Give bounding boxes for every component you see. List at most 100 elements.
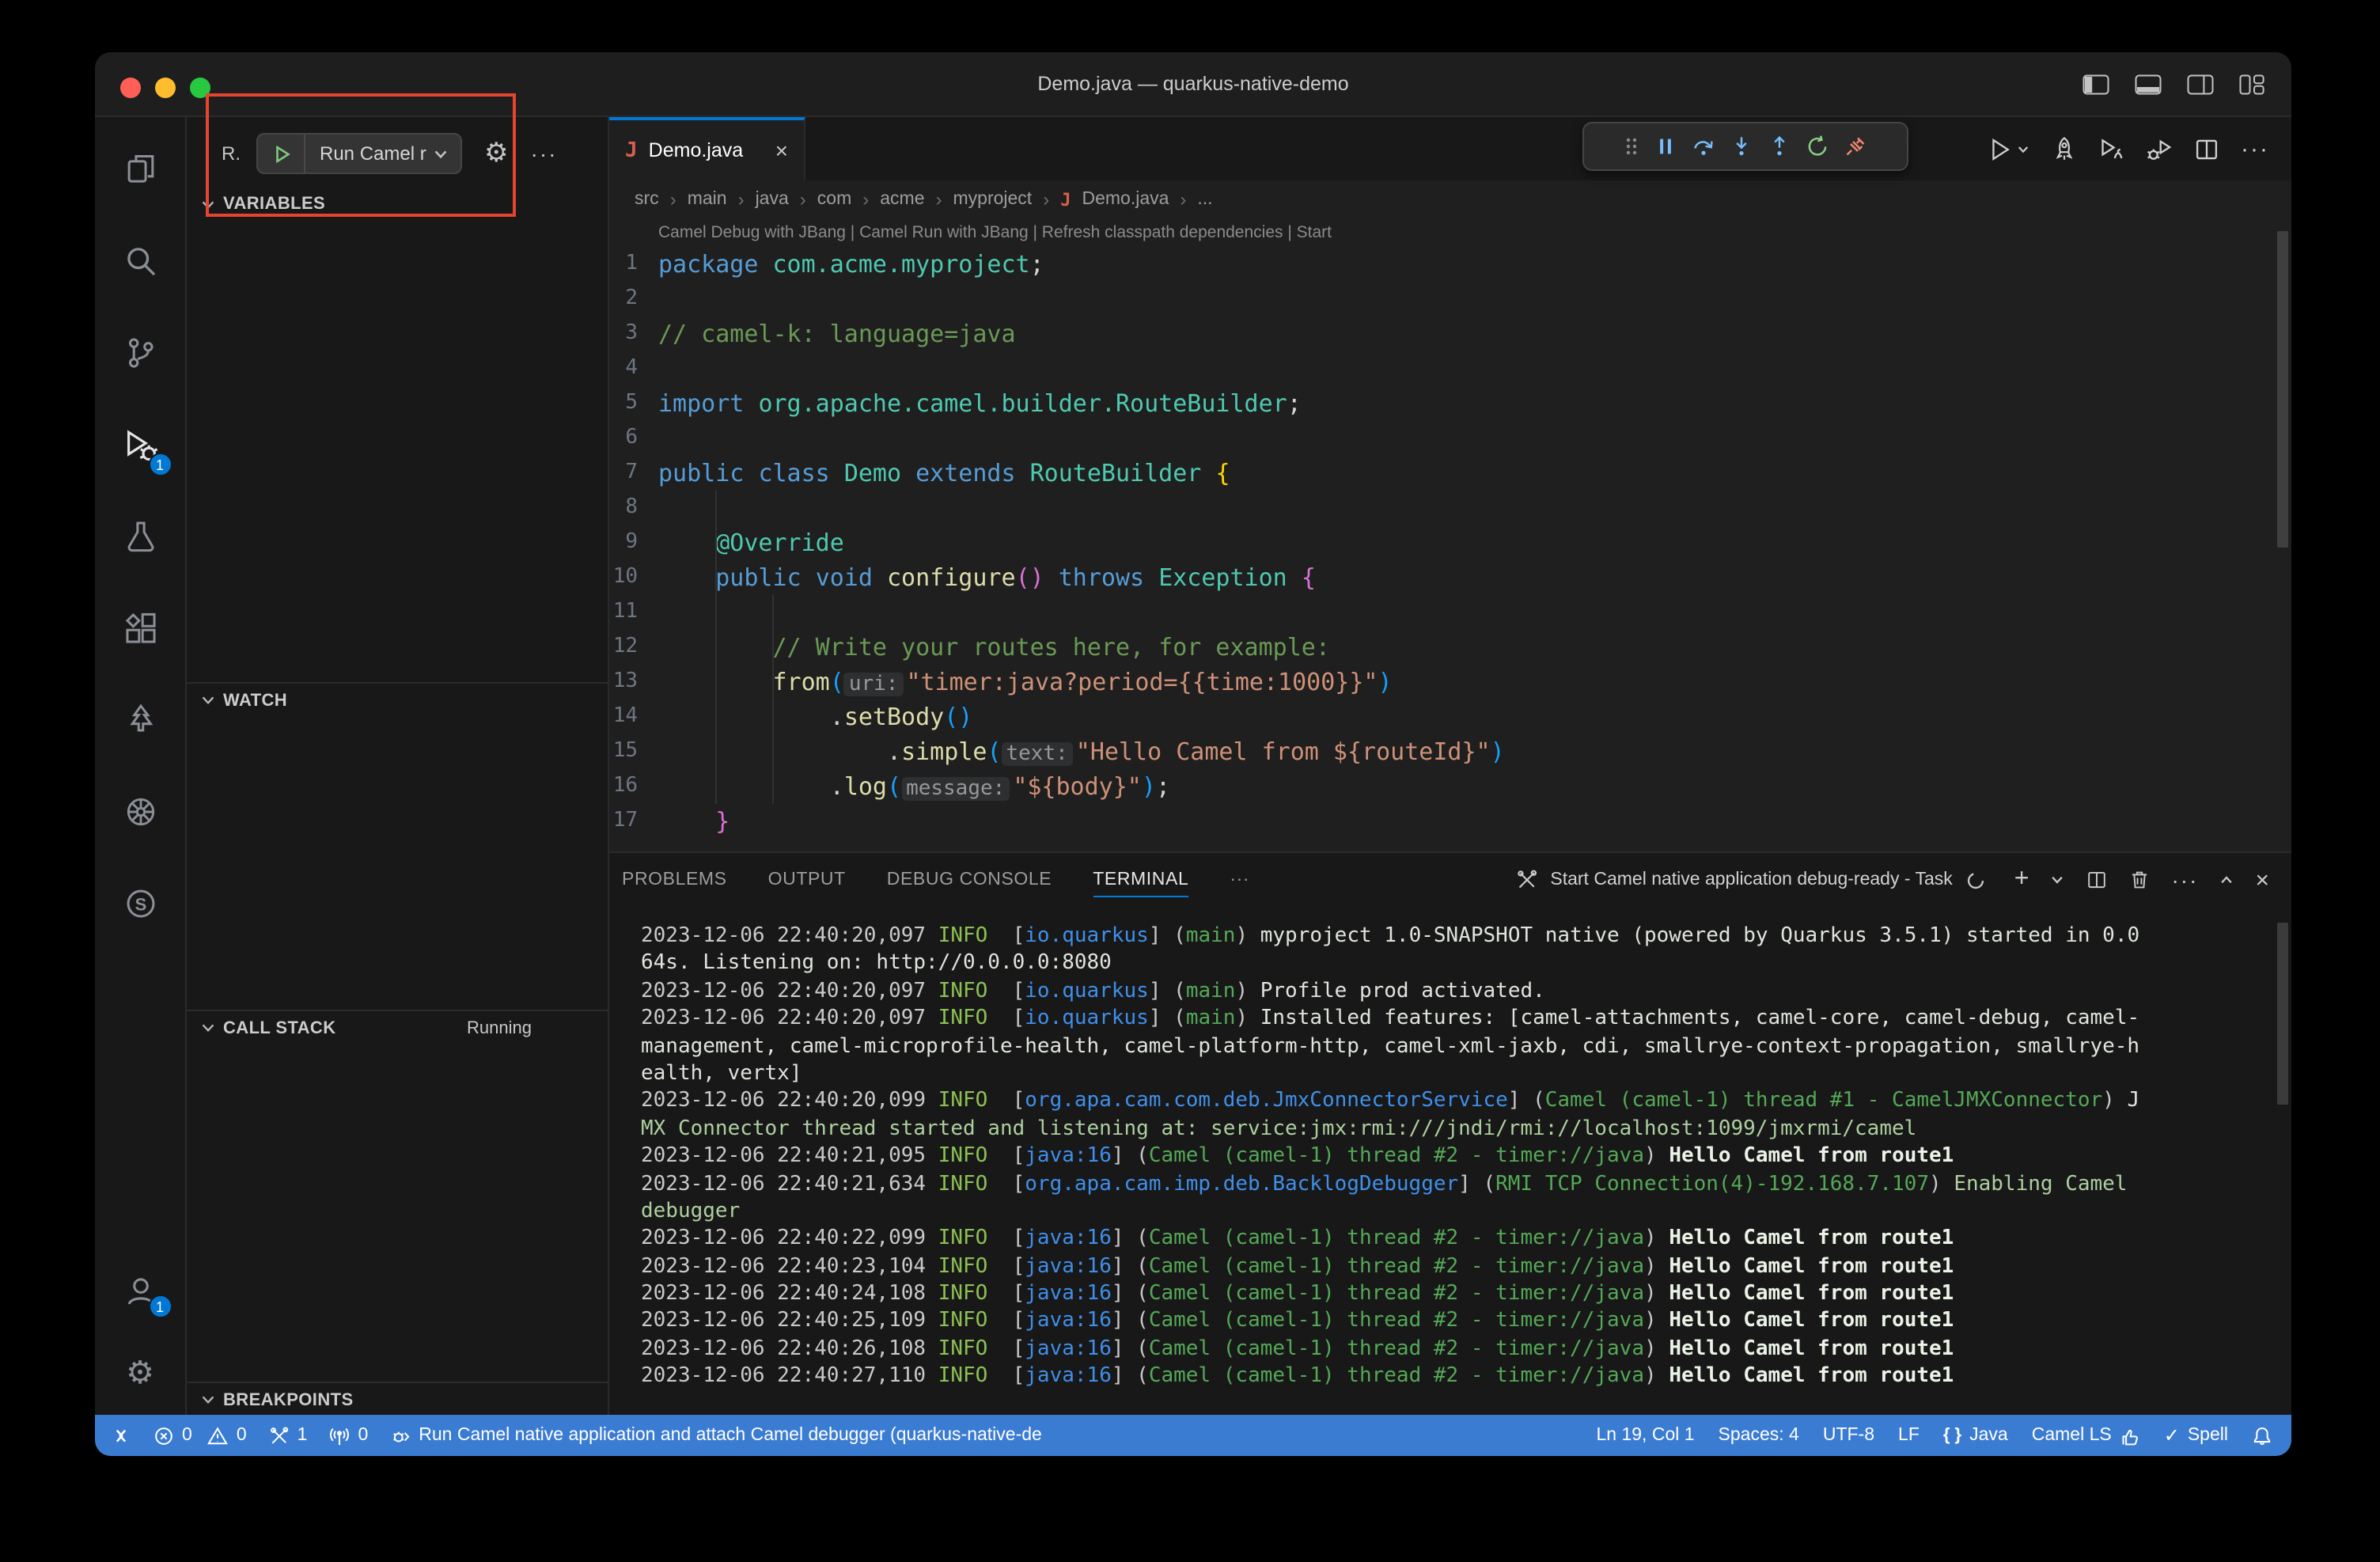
new-terminal-icon[interactable]: +	[2014, 867, 2029, 893]
remote-indicator[interactable]	[111, 1425, 131, 1446]
notifications-bell-icon[interactable]	[2252, 1425, 2272, 1446]
panel-tab-terminal[interactable]: TERMINAL	[1093, 856, 1188, 904]
breadcrumb-item[interactable]: ...	[1197, 190, 1212, 209]
drag-handle-icon[interactable]	[1624, 135, 1639, 158]
explorer-icon[interactable]	[104, 123, 176, 215]
breadcrumb-item[interactable]: java	[756, 190, 789, 209]
disconnect-icon[interactable]	[1844, 135, 1867, 158]
spell-checker-status[interactable]: ✓ Spell	[2164, 1424, 2228, 1446]
codelens-actions[interactable]: Camel Debug with JBang | Camel Run with …	[609, 218, 2291, 247]
settings-gear-icon[interactable]: ⚙	[104, 1333, 176, 1415]
testing-icon[interactable]	[104, 491, 176, 582]
code-line[interactable]: 8	[609, 491, 2291, 525]
camel-ls-status[interactable]: Camel LS	[2032, 1425, 2140, 1446]
encoding-setting[interactable]: UTF-8	[1823, 1426, 1874, 1445]
terminal-task-label[interactable]: Start Camel native application debug-rea…	[1550, 870, 1952, 889]
eol-setting[interactable]: LF	[1898, 1426, 1920, 1445]
code-line[interactable]: 7public class Demo extends RouteBuilder …	[609, 456, 2291, 491]
language-mode[interactable]: { } Java	[1943, 1426, 2008, 1445]
step-into-icon[interactable]	[1730, 135, 1753, 158]
panel-tab--[interactable]: ···	[1230, 856, 1249, 904]
ports-indicator[interactable]: 0	[329, 1425, 368, 1446]
breakpoints-section-header[interactable]: BREAKPOINTS	[187, 1382, 608, 1416]
breadcrumb-item[interactable]: main	[688, 190, 727, 209]
source-control-icon[interactable]	[104, 307, 176, 399]
code-line[interactable]: 16 .log(message:"${body}");	[609, 769, 2291, 804]
breadcrumb-item[interactable]: acme	[880, 190, 924, 209]
extensions-icon[interactable]	[104, 582, 176, 674]
code-line[interactable]: 15 .simple(text:"Hello Camel from ${rout…	[609, 734, 2291, 769]
breadcrumb[interactable]: src›main›java›com›acme›myproject›JDemo.j…	[609, 180, 2291, 218]
breadcrumb-item[interactable]: Demo.java	[1082, 190, 1169, 209]
breadcrumb-item[interactable]: src	[635, 190, 659, 209]
panel-tab-output[interactable]: OUTPUT	[768, 856, 846, 904]
toggle-primary-sidebar-icon[interactable]	[2082, 74, 2109, 94]
restart-icon[interactable]	[1806, 135, 1829, 158]
debug-more-actions-icon[interactable]: ···	[531, 141, 558, 166]
breadcrumb-item[interactable]: com	[817, 190, 851, 209]
watch-section-header[interactable]: WATCH	[187, 682, 608, 717]
problems-indicator[interactable]: 0 0	[153, 1425, 247, 1446]
code-line[interactable]: 3// camel-k: language=java	[609, 317, 2291, 351]
code-line[interactable]: 6	[609, 421, 2291, 456]
editor-scrollbar[interactable]	[2277, 231, 2288, 548]
editor-more-actions-icon[interactable]: ···	[2241, 135, 2269, 162]
s-circle-extension-icon[interactable]: S	[104, 858, 176, 950]
code-line[interactable]: 5import org.apache.camel.builder.RouteBu…	[609, 386, 2291, 421]
minimize-window-button[interactable]	[155, 78, 176, 98]
code-line[interactable]: 2	[609, 282, 2291, 317]
start-debug-icon[interactable]	[258, 135, 305, 173]
pause-icon[interactable]	[1654, 135, 1677, 158]
panel-tab-debug-console[interactable]: DEBUG CONSOLE	[887, 856, 1052, 904]
cursor-position[interactable]: Ln 19, Col 1	[1597, 1426, 1695, 1445]
terminal-dropdown-chevron-icon[interactable]	[2049, 872, 2065, 888]
accounts-icon[interactable]: 1	[104, 1250, 176, 1333]
breadcrumb-item[interactable]: myproject	[953, 190, 1033, 209]
terminal-output[interactable]: 2023-12-06 22:40:20,097 INFO [io.quarkus…	[609, 907, 2291, 1415]
panel-tab-problems[interactable]: PROBLEMS	[622, 856, 727, 904]
debug-settings-gear-icon[interactable]: ⚙	[484, 138, 509, 169]
code-editor[interactable]: Camel Debug with JBang | Camel Run with …	[609, 218, 2291, 851]
step-out-icon[interactable]	[1768, 135, 1791, 158]
call-stack-section-header[interactable]: CALL STACK Running	[187, 1010, 608, 1044]
close-tab-icon[interactable]: ×	[775, 138, 788, 163]
code-line[interactable]: 1package com.acme.myproject;	[609, 247, 2291, 282]
kubernetes-icon[interactable]	[104, 766, 176, 858]
panel-more-actions-icon[interactable]: ···	[2171, 867, 2198, 893]
rocket-quarkus-icon[interactable]	[2051, 135, 2078, 162]
run-java-icon[interactable]	[1988, 135, 2030, 162]
run-and-debug-icon[interactable]: 1	[104, 399, 176, 491]
kill-terminal-trash-icon[interactable]	[2128, 869, 2151, 891]
code-line[interactable]: 13 from(uri:"timer:java?period={{time:10…	[609, 665, 2291, 699]
camel-debug-icon[interactable]	[2146, 135, 2173, 162]
maximize-panel-chevron-icon[interactable]	[2219, 872, 2234, 888]
screenshot-stage: Demo.java — quarkus-native-demo	[0, 0, 2380, 1562]
camel-run-icon[interactable]	[2098, 135, 2125, 162]
code-line[interactable]: 4	[609, 351, 2291, 386]
split-editor-icon[interactable]	[2193, 135, 2220, 162]
code-line[interactable]: 11	[609, 595, 2291, 630]
launch-configuration-dropdown[interactable]: Run Camel r	[256, 133, 462, 174]
step-over-icon[interactable]	[1692, 135, 1715, 158]
tree-extension-icon[interactable]	[104, 674, 176, 766]
zoom-window-button[interactable]	[190, 78, 210, 98]
breadcrumb-separator: ›	[800, 188, 806, 210]
terminal-scrollbar[interactable]	[2277, 923, 2288, 1105]
toggle-secondary-sidebar-icon[interactable]	[2187, 74, 2214, 94]
code-line[interactable]: 9 @Override	[609, 525, 2291, 560]
close-window-button[interactable]	[120, 78, 141, 98]
toggle-panel-icon[interactable]	[2135, 74, 2162, 94]
variables-section-header[interactable]: VARIABLES	[187, 187, 608, 222]
code-line[interactable]: 10 public void configure() throws Except…	[609, 560, 2291, 595]
code-line[interactable]: 14 .setBody()	[609, 699, 2291, 734]
search-icon[interactable]	[104, 215, 176, 307]
split-terminal-icon[interactable]	[2086, 869, 2108, 891]
customize-layout-icon[interactable]	[2239, 74, 2266, 94]
close-panel-icon[interactable]: ×	[2255, 868, 2269, 892]
indentation-setting[interactable]: Spaces: 4	[1719, 1426, 1799, 1445]
running-tasks-indicator[interactable]: 1	[269, 1425, 308, 1446]
debug-status-message[interactable]: Run Camel native application and attach …	[390, 1425, 1042, 1446]
code-line[interactable]: 17 }	[609, 804, 2291, 839]
tab-demo-java[interactable]: J Demo.java ×	[609, 117, 805, 180]
code-line[interactable]: 12 // Write your routes here, for exampl…	[609, 630, 2291, 665]
